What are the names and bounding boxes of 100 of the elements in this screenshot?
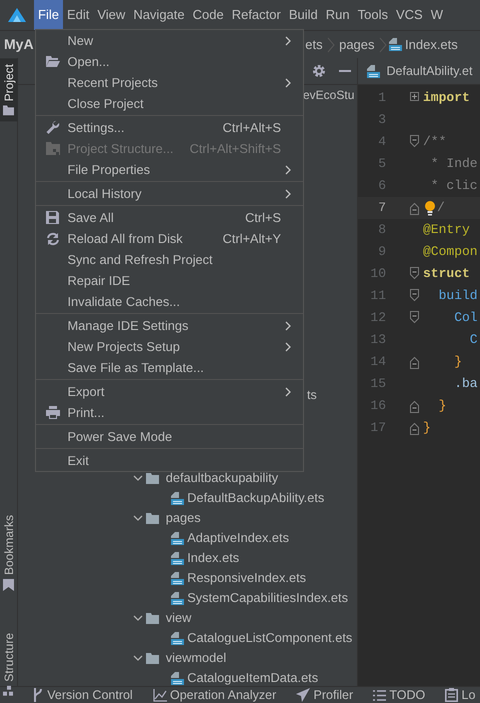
- menu-item[interactable]: W: [426, 0, 447, 30]
- code-text: }: [438, 397, 446, 416]
- code-text: struct: [423, 265, 470, 284]
- code-text: build: [438, 287, 478, 306]
- code-text: import: [423, 89, 470, 108]
- chart-icon: [152, 688, 167, 702]
- breadcrumb-item[interactable]: Index.ets: [405, 34, 458, 54]
- menu-item[interactable]: Export: [36, 381, 303, 402]
- folder-icon: [4, 105, 14, 116]
- printer-icon: [46, 406, 60, 419]
- folder-icon: [46, 142, 60, 155]
- menu-item[interactable]: File Properties: [36, 159, 303, 180]
- code-text: Col: [453, 309, 478, 328]
- menu-item[interactable]: Recent Projects: [36, 72, 303, 93]
- tool-window-tab[interactable]: Bookmarks: [0, 509, 18, 598]
- ets-file-icon: [170, 630, 184, 646]
- editor-tab[interactable]: DefaultAbility.et: [386, 62, 472, 80]
- settings-icon[interactable]: [312, 64, 326, 78]
- send-icon: [296, 688, 310, 702]
- menu-item[interactable]: Print...: [36, 402, 303, 423]
- folder-icon: [146, 652, 160, 664]
- file-name[interactable]: CatalogueListComponent.ets: [187, 628, 352, 648]
- file-name[interactable]: ResponsiveIndex.ets: [187, 568, 306, 588]
- folder-name[interactable]: view: [166, 608, 192, 628]
- reload-icon: [46, 232, 60, 246]
- menu-item[interactable]: Edit: [62, 0, 94, 30]
- clipboard-icon: [445, 688, 458, 702]
- ets-file-icon: [170, 490, 184, 506]
- branch-icon: [32, 688, 44, 702]
- menu-item[interactable]: Open...: [36, 51, 303, 72]
- ets-file-icon: [170, 570, 184, 586]
- menu-item[interactable]: Repair IDE: [36, 270, 303, 291]
- folder-name[interactable]: defaultbackupability: [166, 468, 278, 488]
- code-text: C: [468, 331, 478, 350]
- line-number: 11: [369, 287, 386, 306]
- file-name[interactable]: AdaptiveIndex.ets: [187, 528, 289, 548]
- folder-name[interactable]: viewmodel: [166, 648, 226, 668]
- code-text: @Compon: [423, 243, 478, 262]
- menu-item[interactable]: Refactor: [228, 0, 285, 30]
- line-number: 4: [377, 133, 386, 152]
- line-number: 6: [377, 177, 386, 196]
- menu-item[interactable]: Invalidate Caches...: [36, 291, 303, 312]
- menu-item[interactable]: VCS: [392, 0, 427, 30]
- code-text: }: [423, 419, 431, 438]
- tool-window-button[interactable]: Operation Analyzer: [152, 687, 276, 703]
- menu-item[interactable]: New Projects Setup: [36, 336, 303, 357]
- tool-window-tab[interactable]: Structure: [0, 627, 18, 703]
- code-text: }: [453, 353, 462, 372]
- menu-item[interactable]: Code: [188, 0, 228, 30]
- file-name[interactable]: DefaultBackupAbility.ets: [187, 488, 324, 508]
- breadcrumb-item[interactable]: ets: [302, 34, 326, 54]
- line-number: 7: [377, 199, 386, 218]
- ets-file-icon: [388, 37, 402, 52]
- tree-item[interactable]: ts: [307, 386, 317, 404]
- tool-window-tab[interactable]: Project: [0, 58, 18, 122]
- logo-icon: [8, 8, 26, 22]
- breadcrumb-separator-icon: [378, 36, 388, 52]
- menu-item[interactable]: View: [93, 0, 130, 30]
- lightbulb-icon[interactable]: [423, 200, 437, 216]
- folder-icon: [146, 512, 160, 524]
- menu-item[interactable]: Close Project: [36, 93, 303, 114]
- folder-name[interactable]: pages: [166, 508, 201, 528]
- menu-item[interactable]: Run: [322, 0, 354, 30]
- structure-icon: [4, 686, 14, 698]
- menu-item[interactable]: File: [34, 0, 63, 30]
- file-name[interactable]: Index.ets: [187, 548, 240, 568]
- menu-item[interactable]: New: [36, 30, 303, 51]
- menu-item[interactable]: Navigate: [129, 0, 189, 30]
- menu-item[interactable]: Save All Ctrl+S: [36, 207, 303, 228]
- breadcrumb-item[interactable]: pages: [336, 34, 378, 54]
- menu-item[interactable]: Reload All from Disk Ctrl+Alt+Y: [36, 228, 303, 249]
- menu-item[interactable]: Save File as Template...: [36, 357, 303, 378]
- file-name[interactable]: SystemCapabilitiesIndex.ets: [187, 588, 348, 608]
- menu-item[interactable]: Exit: [36, 450, 303, 471]
- minimize-icon[interactable]: [338, 70, 350, 72]
- tool-window-button[interactable]: Lo: [445, 687, 476, 703]
- line-number: 1: [377, 89, 386, 108]
- open-folder-icon: [46, 56, 60, 67]
- menu-item[interactable]: Power Save Mode: [36, 426, 303, 447]
- menu-item[interactable]: Local History: [36, 183, 303, 204]
- menu-item[interactable]: Build: [284, 0, 322, 30]
- code-text: /**: [423, 133, 446, 152]
- menu-item[interactable]: Sync and Refresh Project: [36, 249, 303, 270]
- line-number: 13: [369, 331, 386, 350]
- line-number: 5: [377, 155, 386, 174]
- code-text: .ba: [453, 375, 478, 394]
- menu-item[interactable]: Manage IDE Settings: [36, 315, 303, 336]
- tree-item[interactable]: evEcoStu: [303, 86, 354, 104]
- line-number: 12: [369, 309, 386, 328]
- menu-item[interactable]: Tools: [354, 0, 392, 30]
- line-number: 16: [369, 397, 386, 416]
- ets-file-icon: [170, 530, 184, 546]
- tool-window-button[interactable]: Version Control: [32, 687, 133, 703]
- menu-item[interactable]: Settings... Ctrl+Alt+S: [36, 117, 303, 138]
- tool-window-button[interactable]: TODO: [373, 687, 426, 703]
- ets-file-icon: [366, 64, 380, 78]
- folder-icon: [146, 612, 160, 624]
- ets-file-icon: [170, 670, 184, 686]
- tool-window-button[interactable]: Profiler: [296, 687, 354, 703]
- file-name[interactable]: CatalogueItemData.ets: [187, 668, 318, 686]
